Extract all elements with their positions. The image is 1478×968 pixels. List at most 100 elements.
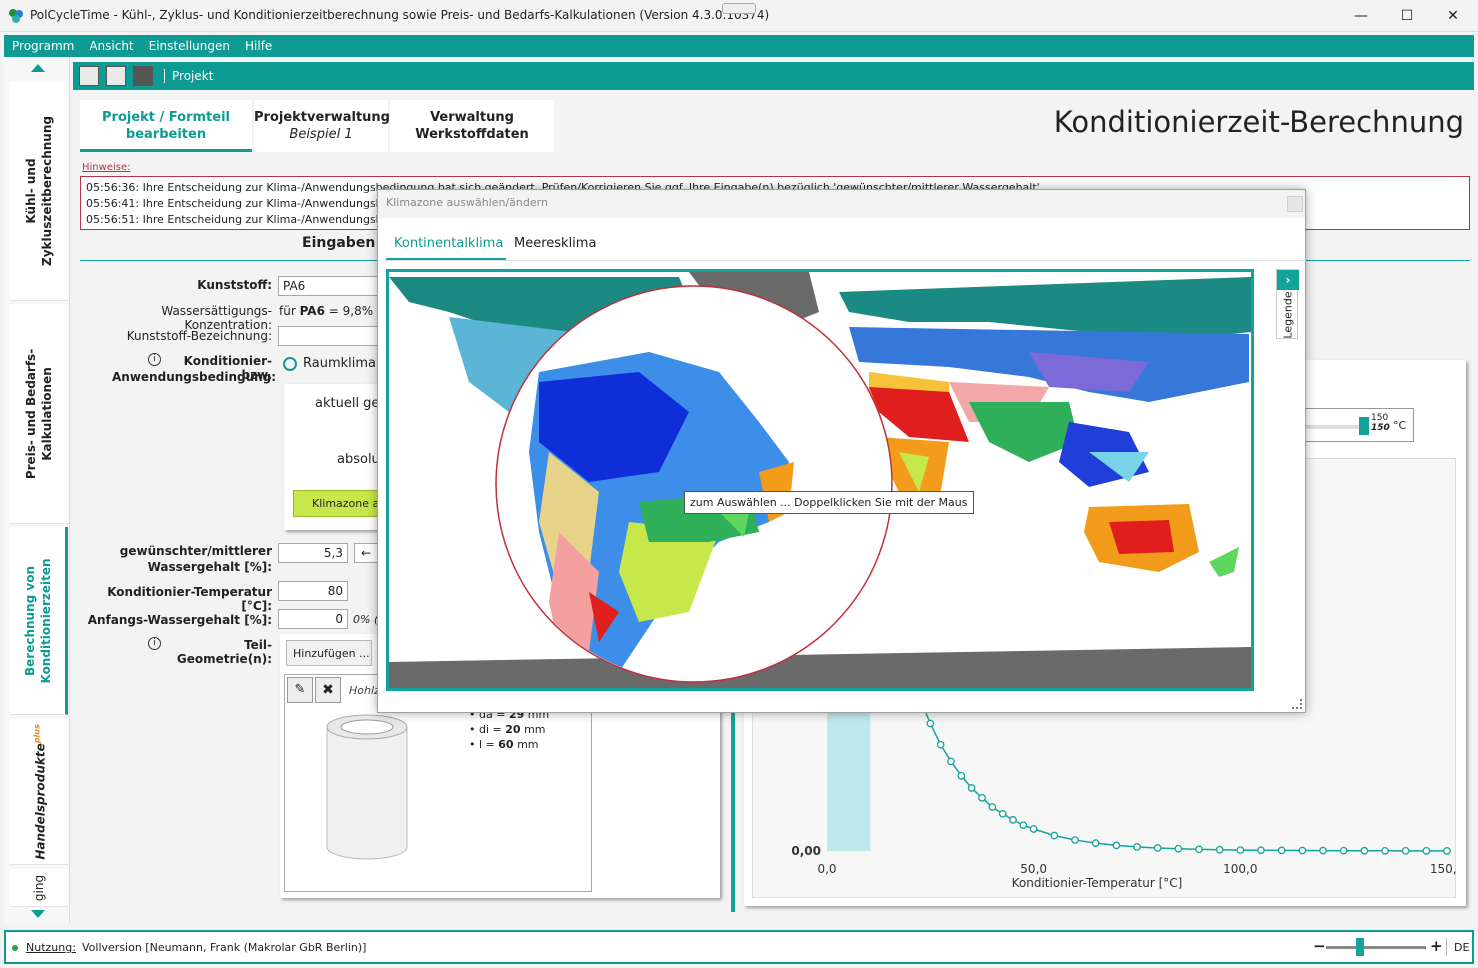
data-point <box>978 794 986 802</box>
kond-label: Anwendungsbedingung: <box>112 370 277 384</box>
wasser-material: PA6 <box>299 304 325 318</box>
aktuell-label: aktuell ge <box>315 396 380 411</box>
x-tick-label: 50,0 <box>1020 862 1047 876</box>
slider-thumb[interactable] <box>1359 417 1369 435</box>
slider-track[interactable] <box>1303 425 1361 429</box>
kunststoff-label: Kunststoff: <box>197 278 272 292</box>
tab-sublabel: Beispiel 1 <box>289 127 353 142</box>
x-tick-label: 0,0 <box>817 862 836 876</box>
data-point <box>936 740 945 749</box>
save-icon[interactable] <box>133 66 153 86</box>
close-button[interactable]: ✕ <box>1430 0 1476 32</box>
zoom-plus-button[interactable]: + <box>1430 937 1443 955</box>
sidetab-label: Kalkulationen <box>40 366 54 461</box>
panel-splitter[interactable] <box>731 702 735 912</box>
anfang-field[interactable]: 0 <box>278 609 348 629</box>
scroll-down-icon[interactable] <box>31 910 45 918</box>
menu-ansicht[interactable]: Ansicht <box>81 35 140 53</box>
klimazone-button[interactable]: Klimazone a <box>293 490 384 517</box>
slider-value-top: 150 <box>1371 413 1389 423</box>
raumklima-radio[interactable] <box>283 357 297 371</box>
legend-expand-icon[interactable]: › <box>1277 270 1299 290</box>
legend-tab[interactable]: › Legende <box>1276 269 1299 339</box>
temperatur-field[interactable]: 80 <box>278 581 348 601</box>
data-point <box>1174 844 1183 853</box>
data-point <box>998 809 1007 818</box>
arrow-left-button[interactable]: ← <box>354 543 378 563</box>
maximize-button[interactable]: ☐ <box>1384 0 1430 32</box>
menu-programm[interactable]: Programm <box>4 35 81 53</box>
tab-werkstoffdaten[interactable]: Verwaltung Werkstoffdaten <box>390 100 554 152</box>
scroll-up-icon[interactable] <box>31 64 45 72</box>
hollow-cylinder-image <box>326 714 408 860</box>
kunststoff-field[interactable]: PA6 <box>278 276 378 296</box>
dimension-list: • da = 29 mm • di = 20 mm • l = 60 mm <box>469 707 549 752</box>
language-indicator[interactable]: DE <box>1454 941 1469 954</box>
world-climate-map[interactable]: zum Auswählen ... Doppelklicken Sie mit … <box>386 269 1254 691</box>
data-point <box>1257 846 1265 855</box>
slider-value-bottom: 150 <box>1371 423 1390 433</box>
add-geometry-button[interactable]: Hinzufügen ... <box>286 640 372 666</box>
dimension-item: • l = 60 mm <box>469 738 539 751</box>
geometry-name: Hohlz <box>349 684 380 697</box>
wassergehalt-field[interactable]: 5,3 <box>278 543 348 563</box>
tab-projekt-formteil[interactable]: Projekt / Formteil bearbeiten <box>80 100 252 152</box>
data-point <box>1236 846 1245 854</box>
minimize-button[interactable]: — <box>1338 0 1384 32</box>
menu-einstellungen[interactable]: Einstellungen <box>141 35 237 53</box>
absolut-label: absolu <box>337 452 380 467</box>
data-point <box>1071 836 1079 844</box>
sidetab-handelsprodukte[interactable]: Handelsprodukteplus <box>10 719 68 865</box>
window-title: PolCycleTime - Kühl-, Zyklus- und Kondit… <box>30 8 770 22</box>
page-title: Konditionierzeit-Berechnung <box>1053 105 1464 139</box>
sidetab-kuehl-zyklus[interactable]: Kühl- und Zykluszeitberechnung <box>10 81 68 301</box>
menu-hilfe[interactable]: Hilfe <box>237 35 279 53</box>
sidetab-konditionierzeiten[interactable]: Berechnung von Konditionierzeiten <box>10 527 68 715</box>
open-folder-icon[interactable] <box>106 66 126 86</box>
title-bar: PolCycleTime - Kühl-, Zyklus- und Kondit… <box>0 0 1478 32</box>
tab-label: bearbeiten <box>125 127 207 142</box>
tab-label: Werkstoffdaten <box>415 127 529 142</box>
app-icon <box>9 9 23 23</box>
dialog-tab-divider <box>386 260 1306 261</box>
data-point <box>1195 845 1203 854</box>
hint-line: 05:56:51: Ihre Entscheidung zur Klima-/A… <box>86 213 393 226</box>
sidetab-label: Preis- und Bedarfs- <box>24 348 38 479</box>
tab-kontinentalklima[interactable]: Kontinentalklima <box>386 228 512 260</box>
data-point <box>957 771 966 780</box>
dialog-close-button[interactable] <box>1287 196 1303 212</box>
hints-label[interactable]: Hinweise: <box>82 162 130 173</box>
bezeichnung-field[interactable] <box>278 326 378 346</box>
sidetab-more[interactable]: ging <box>10 869 68 907</box>
tab-label: Verwaltung <box>430 110 514 125</box>
new-file-icon[interactable] <box>79 66 99 86</box>
toolbar-project-label[interactable]: Projekt <box>172 69 213 83</box>
wasser-prefix: für <box>279 304 296 318</box>
zoom-slider-thumb[interactable] <box>1356 938 1364 956</box>
data-point <box>1133 843 1141 851</box>
data-point <box>1215 845 1224 854</box>
data-point <box>1339 846 1348 855</box>
zoom-minus-button[interactable]: − <box>1313 937 1326 955</box>
delete-x-icon[interactable]: ✖ <box>315 677 341 703</box>
data-point <box>1019 821 1028 830</box>
edit-pencil-icon[interactable]: ✎ <box>287 677 313 703</box>
raumklima-label[interactable]: Raumklima <box>303 356 376 371</box>
data-point <box>1319 846 1327 855</box>
resize-grip-icon[interactable] <box>1292 699 1302 709</box>
x-axis-label: Konditionier-Temperatur [°C] <box>1012 876 1183 890</box>
data-point <box>988 803 997 811</box>
data-point <box>1153 844 1162 852</box>
climate-map-image[interactable] <box>389 272 1251 688</box>
anfang-suffix: 0% ( <box>353 613 379 626</box>
temperatur-label: Konditionier-Temperatur [°C]: <box>107 585 272 613</box>
tab-projektverwaltung[interactable]: Projektverwaltung Beispiel 1 <box>254 100 390 152</box>
window-grip[interactable] <box>722 3 756 14</box>
nutzung-label[interactable]: Nutzung: <box>26 941 76 954</box>
zoom-slider-track[interactable] <box>1326 946 1426 949</box>
side-navigation: Kühl- und Zykluszeitberechnung Preis- und… <box>4 57 70 923</box>
sidetab-label: Berechnung von <box>22 565 37 676</box>
tab-meeresklima[interactable]: Meeresklima <box>506 228 605 260</box>
sidetab-preis-bedarf[interactable]: Preis- und Bedarfs- Kalkulationen <box>10 304 68 524</box>
data-point <box>1443 847 1451 855</box>
